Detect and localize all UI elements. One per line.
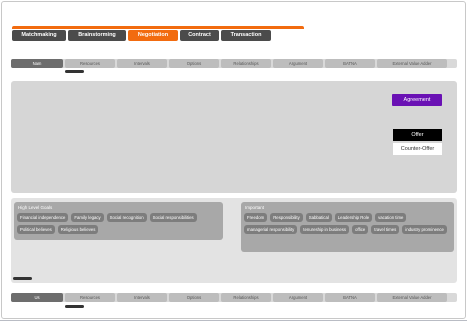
high-level-goals-box: High Level Goals Financial independence …: [14, 202, 223, 240]
issue-resources[interactable]: Resources: [65, 293, 115, 302]
goal-chip[interactable]: Family legacy: [71, 213, 104, 222]
important-chip[interactable]: industry prominence: [402, 225, 447, 234]
goal-chip[interactable]: Political believes: [17, 225, 55, 234]
issue-argument[interactable]: Argument: [273, 293, 323, 302]
issue-options[interactable]: Options: [169, 59, 219, 68]
issue-relationships[interactable]: Relationships: [221, 293, 271, 302]
own-issue-strip: Us Resources Intervals Options Relations…: [11, 293, 457, 302]
active-stage-underline: [12, 26, 304, 29]
negotiation-canvas: [11, 81, 457, 193]
important-box: Important Freedom Responsibility Sabbati…: [241, 202, 454, 252]
goals-panel-scrollbar[interactable]: [13, 277, 32, 280]
counter-offer-button[interactable]: Counter-Offer: [393, 143, 442, 155]
tab-contract[interactable]: Contract: [180, 30, 219, 41]
goal-chip[interactable]: Religious believes: [57, 225, 99, 234]
party-name-cell[interactable]: Nam: [11, 59, 63, 68]
issue-external-value-adder[interactable]: External Value Adder: [377, 293, 447, 302]
issue-resources[interactable]: Resources: [65, 59, 115, 68]
goal-chip[interactable]: Financial independence: [17, 213, 69, 222]
goal-chip[interactable]: Social recognition: [106, 213, 147, 222]
important-chip[interactable]: Freedom: [244, 213, 268, 222]
counterpart-issue-strip: Nam Resources Intervals Options Relation…: [11, 59, 457, 68]
issue-batna[interactable]: BATNA: [325, 59, 375, 68]
tab-matchmaking[interactable]: Matchmaking: [12, 30, 66, 41]
important-chip[interactable]: managerial responsibility: [244, 225, 298, 234]
important-title: Important: [245, 205, 265, 210]
agreement-button[interactable]: Agreement: [392, 94, 442, 106]
tab-negotiation[interactable]: Negotiation: [128, 30, 178, 41]
issue-batna[interactable]: BATNA: [325, 293, 375, 302]
issue-intervals[interactable]: Intervals: [117, 293, 167, 302]
party-name-cell[interactable]: Us: [11, 293, 63, 302]
important-chip[interactable]: vacation time: [375, 213, 407, 222]
bottom-strip-scrollbar[interactable]: [65, 305, 84, 308]
issue-argument[interactable]: Argument: [273, 59, 323, 68]
important-chip[interactable]: travel times: [371, 225, 400, 234]
high-level-goals-title: High Level Goals: [18, 205, 53, 210]
top-strip-scrollbar[interactable]: [65, 70, 84, 73]
issue-external-value-adder[interactable]: External Value Adder: [377, 59, 447, 68]
tab-transaction[interactable]: Transaction: [221, 30, 271, 41]
taskbar-edge: [0, 320, 467, 321]
important-chip[interactable]: Sabbatical: [305, 213, 332, 222]
issue-intervals[interactable]: Intervals: [117, 59, 167, 68]
important-chip[interactable]: office: [352, 225, 369, 234]
goals-panel: High Level Goals Financial independence …: [11, 198, 457, 283]
important-chip[interactable]: Responsibility: [270, 213, 303, 222]
issue-options[interactable]: Options: [169, 293, 219, 302]
issue-relationships[interactable]: Relationships: [221, 59, 271, 68]
goal-chip[interactable]: Social responsibilities: [149, 213, 197, 222]
tab-brainstorming[interactable]: Brainstorming: [68, 30, 126, 41]
stage-tab-bar: Matchmaking Brainstorming Negotiation Co…: [12, 26, 304, 42]
important-chip[interactable]: tenureship in business: [300, 225, 350, 234]
offer-button[interactable]: Offer: [393, 129, 442, 141]
important-chip[interactable]: Leadership Role: [334, 213, 373, 222]
